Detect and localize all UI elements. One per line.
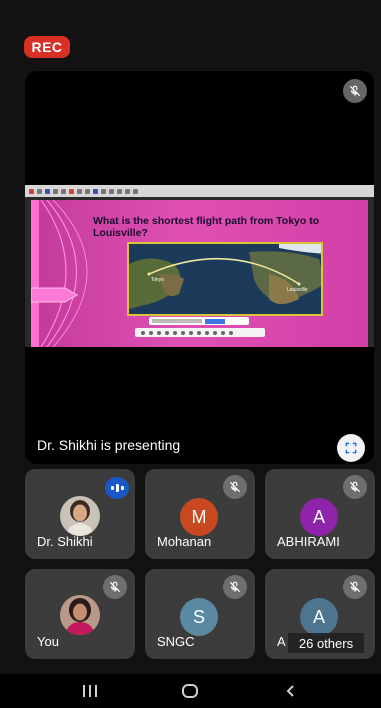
fullscreen-button[interactable] bbox=[337, 434, 365, 462]
avatar: S bbox=[180, 598, 218, 636]
others-count-badge[interactable]: 26 others bbox=[288, 633, 364, 653]
recording-label: REC bbox=[31, 39, 63, 55]
system-navigation-bar bbox=[0, 674, 381, 708]
recent-apps-button[interactable] bbox=[70, 678, 110, 704]
shared-screen: What is the shortest flight path from To… bbox=[25, 185, 374, 347]
recording-badge: REC bbox=[24, 36, 70, 58]
shared-find-box bbox=[149, 317, 249, 325]
participant-name: Mohanan bbox=[157, 534, 212, 549]
presentation-tile[interactable]: What is the shortest flight path from To… bbox=[25, 71, 374, 464]
mic-off-icon bbox=[103, 575, 127, 599]
mic-off-icon bbox=[343, 79, 367, 103]
participant-name: A bbox=[277, 634, 286, 649]
avatar bbox=[60, 496, 100, 536]
shared-app-toolbar bbox=[25, 185, 374, 197]
recent-apps-icon bbox=[83, 685, 98, 697]
fullscreen-icon bbox=[345, 442, 357, 454]
back-icon bbox=[286, 685, 294, 697]
slide-title: What is the shortest flight path from To… bbox=[93, 215, 320, 239]
avatar: M bbox=[180, 498, 218, 536]
mic-off-icon bbox=[343, 575, 367, 599]
participant-tile[interactable]: A ABHIRAMI bbox=[265, 469, 375, 559]
meeting-screen: REC What is the shortest flight path fro bbox=[0, 0, 381, 708]
mic-off-icon bbox=[343, 475, 367, 499]
participant-tile[interactable]: M Mohanan bbox=[145, 469, 255, 559]
avatar: A bbox=[300, 498, 338, 536]
participant-name: SNGC bbox=[157, 634, 195, 649]
mic-off-icon bbox=[223, 475, 247, 499]
participant-name: Dr. Shikhi bbox=[37, 534, 93, 549]
avatar bbox=[60, 595, 100, 635]
participant-tile[interactable]: S SNGC bbox=[145, 569, 255, 659]
slide-arrow-shape bbox=[31, 287, 78, 303]
shared-taskbar bbox=[135, 328, 265, 337]
home-button[interactable] bbox=[170, 678, 210, 704]
presenter-caption: Dr. Shikhi is presenting bbox=[37, 437, 181, 453]
map-label-tokyo: Tokyo bbox=[151, 277, 165, 283]
presentation-slide: What is the shortest flight path from To… bbox=[31, 200, 368, 347]
avatar: A bbox=[300, 598, 338, 636]
mic-off-icon bbox=[223, 575, 247, 599]
participant-name: ABHIRAMI bbox=[277, 534, 340, 549]
world-map-image: Tokyo Louisville bbox=[127, 242, 323, 316]
participant-name: You bbox=[37, 634, 59, 649]
home-icon bbox=[182, 684, 199, 698]
map-label-louisville: Louisville bbox=[287, 287, 308, 293]
participant-tile[interactable]: You bbox=[25, 569, 135, 659]
back-button[interactable] bbox=[271, 678, 311, 704]
audio-level-icon bbox=[105, 477, 129, 499]
participant-tile[interactable]: Dr. Shikhi bbox=[25, 469, 135, 559]
